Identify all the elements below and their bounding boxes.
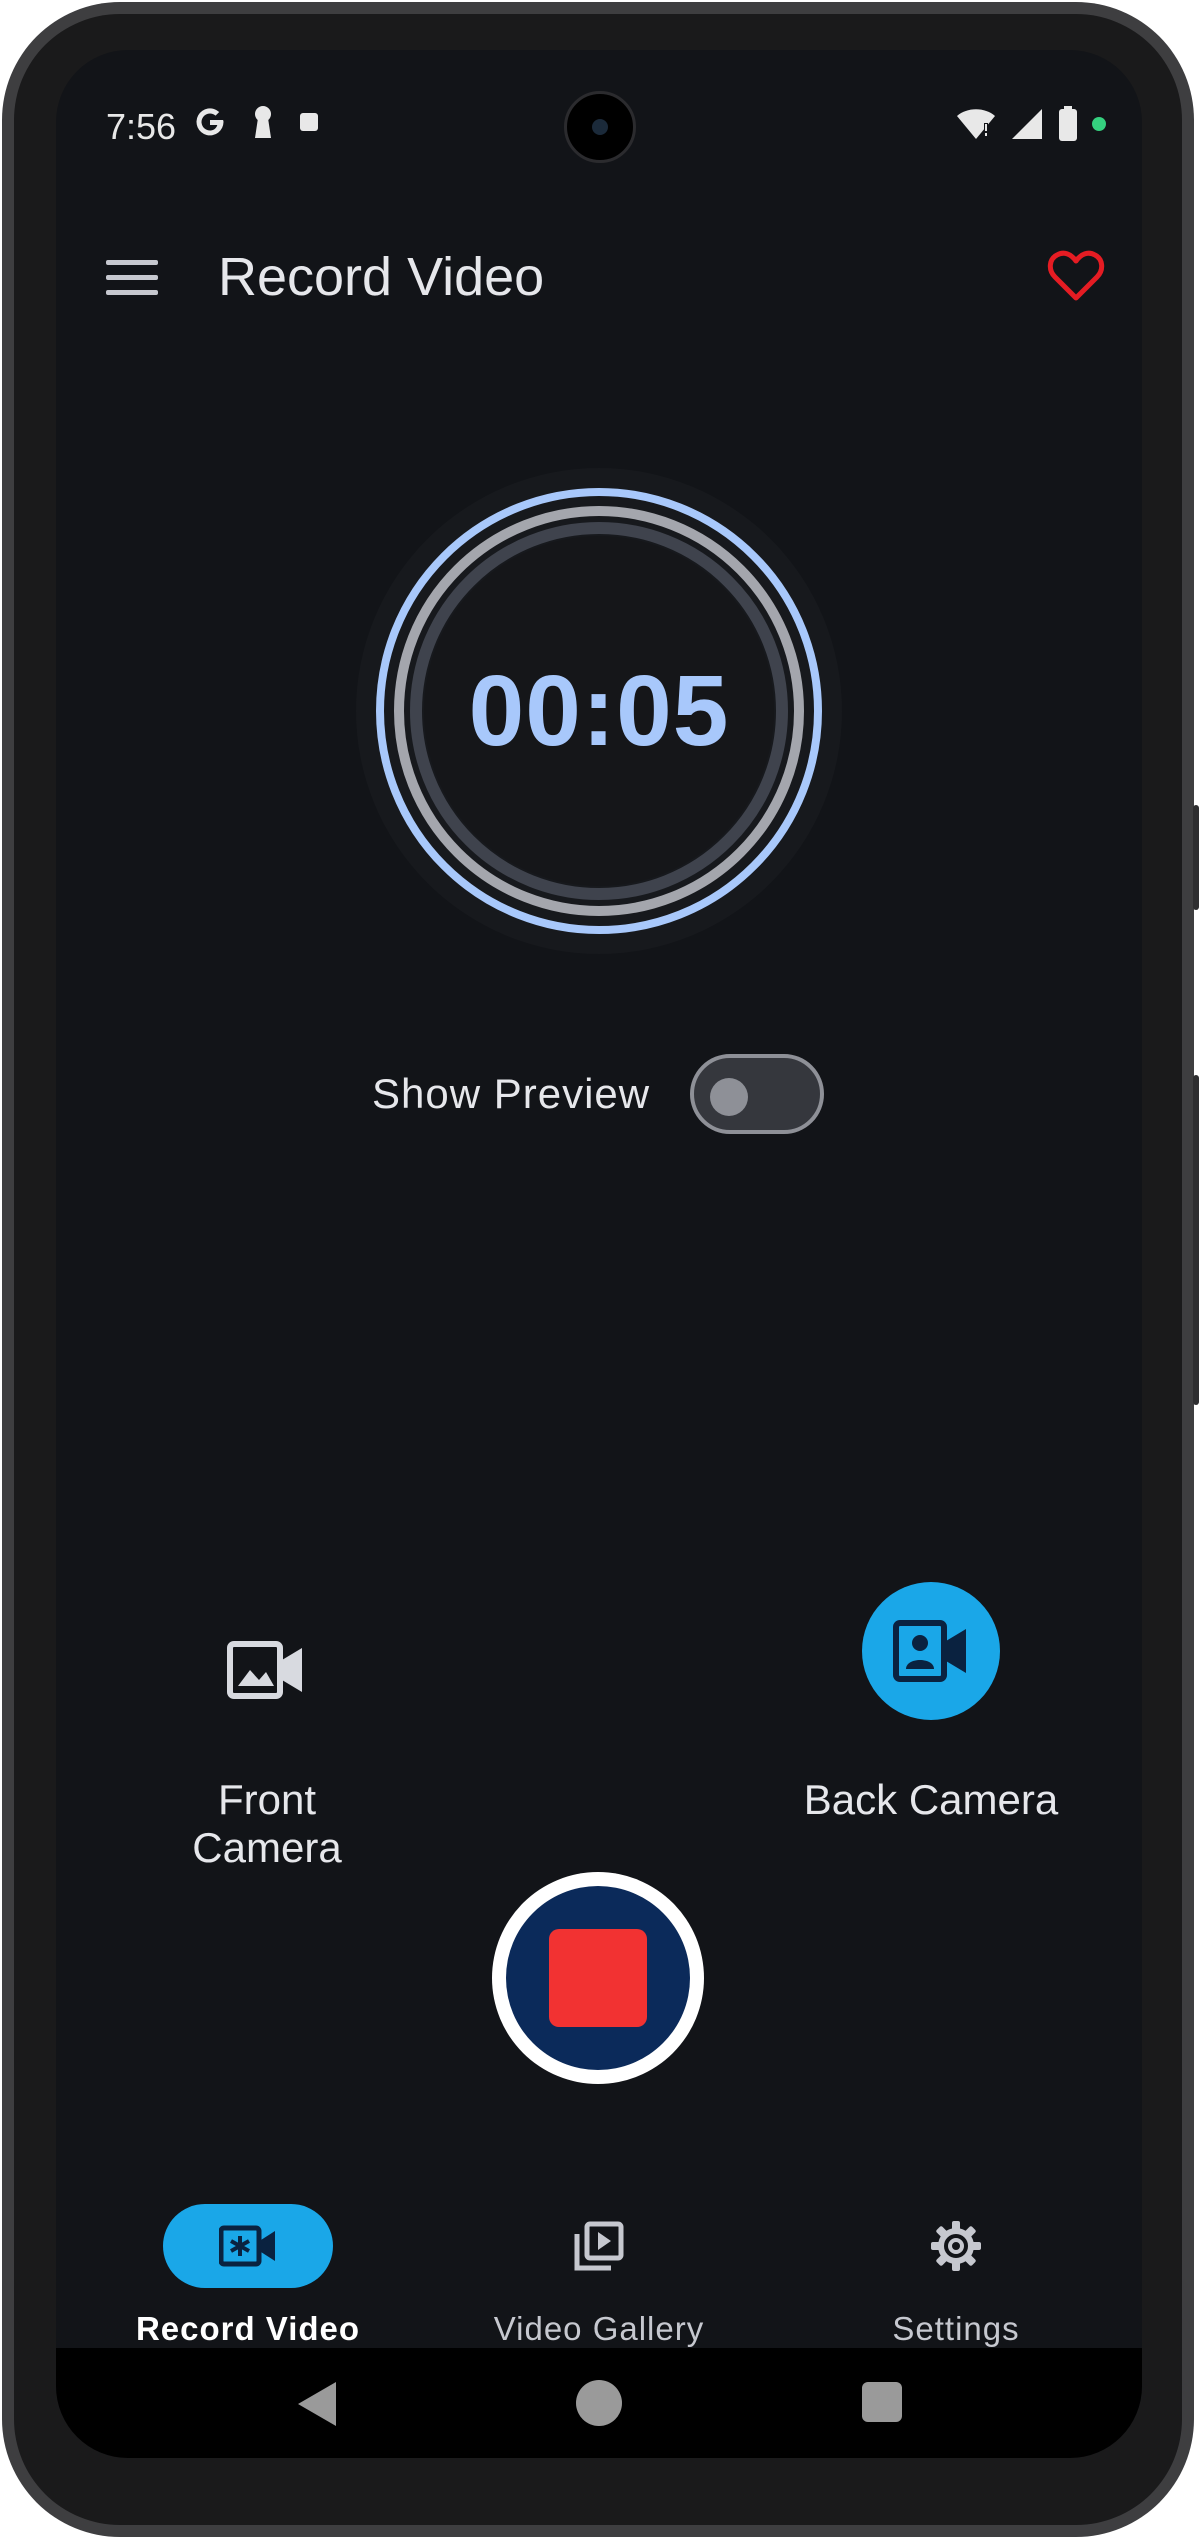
status-left-icons: [192, 104, 320, 140]
signal-icon: [1012, 109, 1042, 139]
nav-active-indicator: [163, 2204, 333, 2288]
nav-icon-container: [514, 2204, 684, 2288]
wifi-icon: [957, 109, 995, 139]
contact-video-icon: [893, 1620, 966, 1682]
switch-knob: [710, 1078, 748, 1116]
back-icon[interactable]: [294, 2380, 338, 2428]
nav-label-video-gallery: Video Gallery: [493, 2310, 705, 2347]
front-camera-label[interactable]: Front Camera: [142, 1776, 392, 1872]
stop-recording-button[interactable]: [492, 1872, 704, 2084]
hamburger-menu-icon[interactable]: [104, 254, 160, 302]
nav-item-record-video[interactable]: Record Video: [98, 2140, 398, 2347]
square-icon: [300, 113, 318, 131]
record-button-ring: [506, 1886, 690, 2070]
timer-dial: 00:05: [356, 468, 842, 954]
page-title: Record Video: [218, 247, 545, 307]
nav-label-settings: Settings: [892, 2310, 1020, 2347]
back-camera-label[interactable]: Back Camera: [796, 1776, 1066, 1824]
nav-label-record-video: Record Video: [135, 2310, 361, 2347]
privacy-indicator-dot: [1092, 117, 1106, 131]
recents-icon[interactable]: [862, 2382, 902, 2422]
system-navigation-bar: [56, 2348, 1142, 2458]
status-time: 7:56: [106, 106, 177, 147]
keyhole-icon: [255, 106, 271, 138]
bottom-navigation: Record Video Video Gallery Settings: [56, 2140, 1142, 2370]
show-preview-label: Show Preview: [372, 1070, 651, 1117]
status-right-icons: [956, 106, 1106, 142]
back-camera-button[interactable]: [862, 1582, 1000, 1720]
gear-icon: [931, 2221, 981, 2271]
app-screen: 7:56 Record Video 00:05 Show Preview Fro…: [56, 50, 1142, 2458]
battery-icon: [1059, 106, 1077, 141]
stop-icon: [549, 1929, 647, 2027]
google-icon: [196, 108, 224, 136]
video-library-icon: [574, 2221, 624, 2271]
front-camera-hole: [564, 91, 636, 163]
volume-button: [1193, 805, 1199, 910]
nav-item-settings[interactable]: Settings: [806, 2140, 1106, 2347]
power-button: [1193, 1075, 1199, 1405]
show-preview-switch[interactable]: [690, 1054, 824, 1134]
home-icon[interactable]: [576, 2380, 622, 2426]
timer-elapsed: 00:05: [468, 654, 730, 767]
video-record-icon: [219, 2225, 275, 2267]
heart-outline-icon[interactable]: [1046, 246, 1106, 306]
image-video-icon[interactable]: [226, 1630, 306, 1710]
nav-icon-container: [871, 2204, 1041, 2288]
status-bar: 7:56: [56, 50, 1142, 210]
nav-item-video-gallery[interactable]: Video Gallery: [449, 2140, 749, 2347]
